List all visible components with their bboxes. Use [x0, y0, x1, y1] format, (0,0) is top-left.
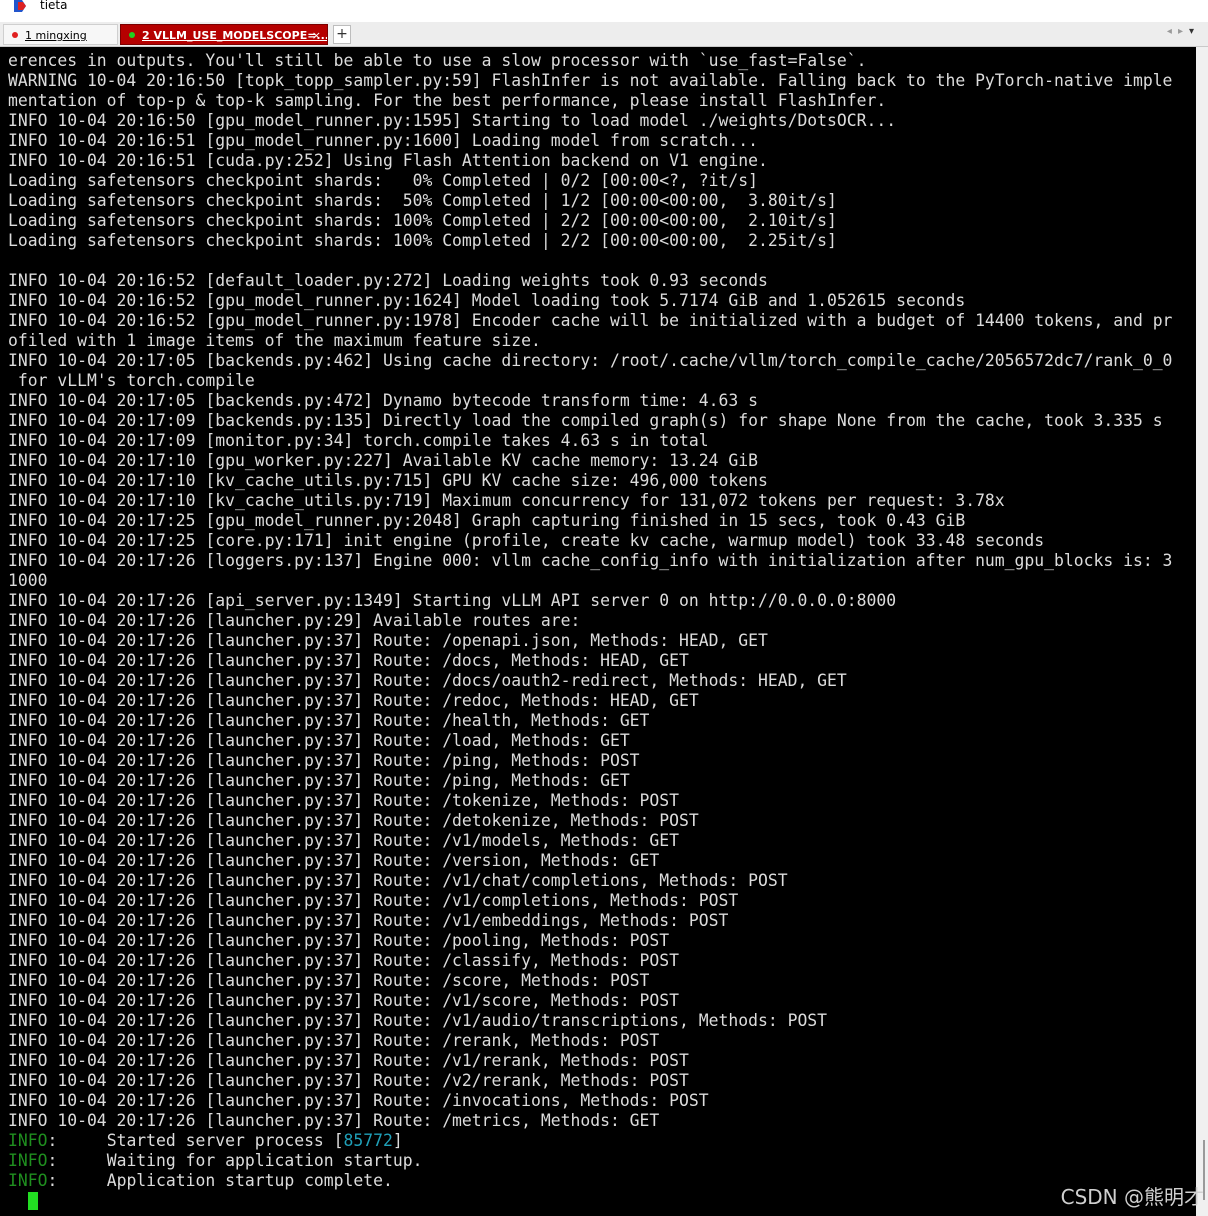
- terminal-line: INFO 10-04 20:17:26 [launcher.py:37] Rou…: [8, 651, 689, 670]
- terminal-line: INFO 10-04 20:17:26 [launcher.py:37] Rou…: [8, 1051, 689, 1070]
- log-level: INFO: [8, 1131, 48, 1150]
- terminal-line: INFO 10-04 20:16:52 [gpu_model_runner.py…: [8, 291, 966, 310]
- terminal-line: INFO 10-04 20:16:50 [gpu_model_runner.py…: [8, 111, 897, 130]
- window-title-bar: tieta: [0, 0, 1208, 22]
- scroll-tabs-left-icon[interactable]: ◂: [1167, 26, 1178, 37]
- terminal-line: INFO 10-04 20:17:26 [launcher.py:37] Rou…: [8, 911, 729, 930]
- terminal-prompt-line: [8, 1191, 1196, 1211]
- terminal-line: INFO 10-04 20:17:26 [launcher.py:37] Rou…: [8, 711, 650, 730]
- terminal-line: INFO 10-04 20:17:26 [launcher.py:37] Rou…: [8, 831, 680, 850]
- terminal-line: INFO 10-04 20:17:09 [monitor.py:34] torc…: [8, 431, 709, 450]
- terminal-line: INFO 10-04 20:17:26 [launcher.py:37] Rou…: [8, 751, 640, 770]
- terminal-line: INFO 10-04 20:17:10 [gpu_worker.py:227] …: [8, 451, 758, 470]
- terminal-line: INFO 10-04 20:17:26 [api_server.py:1349]…: [8, 591, 897, 610]
- tab-list-dropdown-icon[interactable]: ▾: [1189, 26, 1200, 37]
- terminal-line: INFO 10-04 20:17:26 [launcher.py:37] Rou…: [8, 811, 699, 830]
- separator: :: [47, 1131, 107, 1150]
- terminal-line: INFO 10-04 20:17:26 [launcher.py:37] Rou…: [8, 1011, 828, 1030]
- scrollbar[interactable]: [1196, 47, 1208, 1216]
- terminal-lines: erences in outputs. You'll still be able…: [8, 51, 1196, 1211]
- scroll-tabs-right-icon[interactable]: ▸: [1178, 26, 1189, 37]
- tab-mingxing[interactable]: 1 mingxing: [3, 24, 118, 45]
- terminal-line: INFO: Application startup complete.: [8, 1171, 1196, 1191]
- terminal-line: INFO 10-04 20:17:26 [launcher.py:37] Rou…: [8, 671, 847, 690]
- terminal-output[interactable]: erences in outputs. You'll still be able…: [0, 47, 1196, 1216]
- tab-label: 2 VLLM_USE_MODELSCOPE=...: [142, 29, 328, 42]
- terminal-line: INFO: Started server process [85772]: [8, 1131, 1196, 1151]
- tab-label: 1 mingxing: [25, 29, 87, 42]
- message: Application startup complete.: [106, 1171, 393, 1190]
- terminal-line: INFO 10-04 20:16:51 [gpu_model_runner.py…: [8, 131, 758, 150]
- terminal-line: INFO 10-04 20:17:26 [launcher.py:37] Rou…: [8, 891, 739, 910]
- terminal-cursor: [27, 1192, 38, 1210]
- terminal-line: INFO 10-04 20:17:10 [kv_cache_utils.py:7…: [8, 491, 1005, 510]
- terminal-line: INFO 10-04 20:17:26 [launcher.py:37] Rou…: [8, 631, 768, 650]
- watermark: CSDN @熊明才: [1060, 1185, 1204, 1209]
- terminal-line: INFO 10-04 20:17:26 [launcher.py:37] Rou…: [8, 1111, 660, 1130]
- terminal-line: INFO 10-04 20:17:25 [core.py:171] init e…: [8, 531, 1045, 550]
- terminal-line: INFO 10-04 20:17:26 [launcher.py:37] Rou…: [8, 971, 650, 990]
- terminal-line: INFO 10-04 20:17:26 [launcher.py:37] Rou…: [8, 871, 788, 890]
- separator: :: [47, 1171, 107, 1190]
- terminal-line: INFO 10-04 20:17:26 [loggers.py:137] Eng…: [8, 551, 1173, 570]
- terminal-line: INFO 10-04 20:17:26 [launcher.py:37] Rou…: [8, 991, 680, 1010]
- tab-status-dot: [129, 32, 135, 38]
- terminal-line: Loading safetensors checkpoint shards: 5…: [8, 191, 837, 210]
- terminal-line: INFO 10-04 20:17:05 [backends.py:472] Dy…: [8, 391, 758, 410]
- process-id: 85772: [343, 1131, 393, 1150]
- terminal-line: INFO 10-04 20:16:52 [gpu_model_runner.py…: [8, 311, 1173, 330]
- log-level: INFO: [8, 1171, 48, 1190]
- tab-navigation: ◂▸▾: [1167, 26, 1200, 37]
- tab-bar: 1 mingxing 2 VLLM_USE_MODELSCOPE=... × +…: [0, 22, 1208, 47]
- terminal-line: Loading safetensors checkpoint shards: 0…: [8, 171, 758, 190]
- tab-vllm[interactable]: 2 VLLM_USE_MODELSCOPE=... ×: [120, 24, 328, 45]
- terminal-line: ofiled with 1 image items of the maximum…: [8, 331, 541, 350]
- terminal-line: INFO 10-04 20:17:25 [gpu_model_runner.py…: [8, 511, 966, 530]
- terminal-line: INFO 10-04 20:17:26 [launcher.py:37] Rou…: [8, 931, 670, 950]
- terminal-line: INFO 10-04 20:16:52 [default_loader.py:2…: [8, 271, 768, 290]
- terminal-line: INFO 10-04 20:17:26 [launcher.py:37] Rou…: [8, 771, 630, 790]
- terminal-line: INFO 10-04 20:16:51 [cuda.py:252] Using …: [8, 151, 768, 170]
- terminal-line: INFO 10-04 20:17:26 [launcher.py:37] Rou…: [8, 731, 630, 750]
- message: Started server process [: [106, 1131, 344, 1150]
- message: Waiting for application startup.: [106, 1151, 423, 1170]
- terminal-line: INFO 10-04 20:17:26 [launcher.py:37] Rou…: [8, 851, 660, 870]
- tab-status-dot: [12, 32, 18, 38]
- separator: :: [47, 1151, 107, 1170]
- terminal-line: INFO 10-04 20:17:26 [launcher.py:37] Rou…: [8, 951, 680, 970]
- terminal-line: for vLLM's torch.compile: [8, 371, 255, 390]
- close-tab-icon[interactable]: ×: [312, 25, 321, 44]
- terminal-app-icon: [14, 0, 26, 12]
- terminal-line: Loading safetensors checkpoint shards: 1…: [8, 211, 837, 230]
- window-title: tieta: [40, 0, 68, 12]
- terminal-line: 1000: [8, 571, 48, 590]
- terminal-line: INFO 10-04 20:17:26 [launcher.py:37] Rou…: [8, 791, 680, 810]
- terminal-line: INFO 10-04 20:17:10 [kv_cache_utils.py:7…: [8, 471, 768, 490]
- terminal-line: INFO 10-04 20:17:26 [launcher.py:29] Ava…: [8, 611, 581, 630]
- terminal-line: INFO 10-04 20:17:26 [launcher.py:37] Rou…: [8, 1071, 689, 1090]
- terminal-line: INFO 10-04 20:17:09 [backends.py:135] Di…: [8, 411, 1163, 430]
- message-tail: ]: [392, 1131, 403, 1150]
- terminal-line: INFO: Waiting for application startup.: [8, 1151, 1196, 1171]
- terminal-line: INFO 10-04 20:17:26 [launcher.py:37] Rou…: [8, 1091, 709, 1110]
- new-tab-button[interactable]: +: [333, 25, 351, 44]
- terminal-line: INFO 10-04 20:17:26 [launcher.py:37] Rou…: [8, 691, 699, 710]
- terminal-line: erences in outputs. You'll still be able…: [8, 51, 867, 70]
- log-level: INFO: [8, 1151, 48, 1170]
- terminal-line: mentation of top-p & top-k sampling. For…: [8, 91, 887, 110]
- terminal-line: WARNING 10-04 20:16:50 [topk_topp_sample…: [8, 71, 1173, 90]
- terminal-line: Loading safetensors checkpoint shards: 1…: [8, 231, 837, 250]
- terminal-line: INFO 10-04 20:17:26 [launcher.py:37] Rou…: [8, 1031, 660, 1050]
- terminal-line: INFO 10-04 20:17:05 [backends.py:462] Us…: [8, 351, 1173, 370]
